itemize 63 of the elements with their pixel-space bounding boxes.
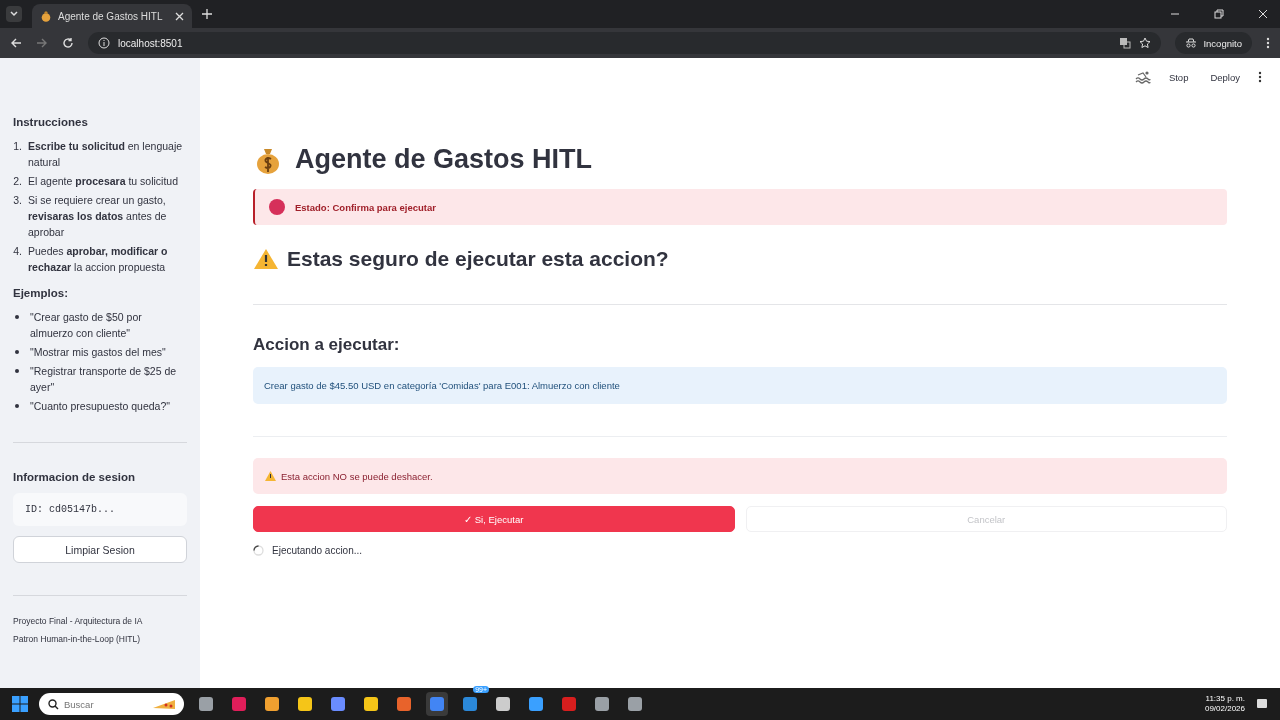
tab-list-button[interactable]	[6, 6, 22, 22]
session-id-code: ID: cd05147b...	[13, 493, 187, 526]
example-text: "Cuanto presupuesto queda?"	[30, 399, 170, 414]
sidebar-heading: Ejemplos:	[13, 287, 69, 299]
search-icon	[48, 698, 59, 710]
instruction-text: Puedes aprobar, modificar o rechazar la accion propuesta	[28, 244, 169, 275]
warning-icon	[265, 471, 276, 481]
list-number: 4.	[13, 244, 22, 259]
incognito-icon	[1185, 38, 1198, 48]
footer-text: Proyecto Final - Arquitectura de IA	[13, 616, 144, 626]
list-number: 1.	[13, 139, 22, 154]
menu-icon[interactable]	[1266, 37, 1270, 49]
status-dot-icon	[269, 199, 285, 215]
restore-icon[interactable]	[1214, 9, 1224, 19]
reload-icon[interactable]	[62, 37, 74, 49]
taskbar-app-icon[interactable]	[426, 692, 448, 716]
close-icon[interactable]	[175, 11, 184, 21]
sidebar-heading: Instrucciones	[13, 116, 89, 128]
info-icon	[98, 37, 110, 49]
back-icon[interactable]	[10, 37, 22, 49]
status-alert: Estado: Confirma para ejecutar	[253, 189, 1227, 225]
menu-icon[interactable]	[1258, 71, 1262, 83]
browser-tab[interactable]: Agente de Gastos HITL	[32, 4, 192, 28]
close-icon[interactable]	[1258, 9, 1268, 19]
spinner-icon	[253, 545, 264, 556]
star-icon[interactable]	[1139, 37, 1152, 49]
instruction-text: El agente procesara tu solicitud	[28, 174, 179, 189]
forward-icon[interactable]	[36, 37, 48, 49]
clock-date: 09/02/2026	[1204, 704, 1245, 714]
address-field[interactable]: localhost:8501	[88, 32, 1162, 54]
clear-session-button[interactable]: Limpiar Sesion	[13, 536, 187, 563]
list-number: 3.	[13, 193, 22, 208]
chevron-down-icon	[9, 9, 19, 19]
footer-text: Patron Human-in-the-Loop (HITL)	[13, 634, 142, 644]
bullet-icon	[15, 315, 19, 319]
example-text: "Mostrar mis gastos del mes"	[30, 345, 166, 360]
warning-alert: Esta accion NO se puede deshacer.	[253, 458, 1227, 494]
example-text: "Registrar transporte de $25 de ayer"	[30, 364, 178, 395]
header-button[interactable]: Stop	[1164, 71, 1193, 83]
warning-icon	[253, 248, 279, 270]
new-tab-icon[interactable]	[202, 9, 212, 19]
bullet-icon	[15, 369, 19, 373]
example-text: "Crear gasto de $50 por almuerzo con cliente"	[30, 310, 143, 341]
pizza-icon	[152, 698, 176, 710]
swimmer-icon	[1134, 70, 1151, 84]
spinner-text: Ejecutando accion...	[272, 545, 363, 556]
execute-button[interactable]: ✓ Si, Ejecutar	[253, 506, 735, 532]
clock-time: 11:35 p. m.	[1205, 694, 1245, 704]
incognito-button[interactable]: Incognito	[1175, 32, 1252, 54]
search-field[interactable]: Buscar	[39, 693, 184, 715]
page-title: Agente de Gastos HITL	[295, 144, 593, 175]
translate-icon[interactable]	[1119, 37, 1132, 49]
windows-start-icon[interactable]	[12, 696, 28, 712]
action-info-alert: Crear gasto de $45.50 USD en categoría 'Comidas' para E001: Almuerzo con cliente	[253, 367, 1227, 404]
notification-icon[interactable]	[1256, 698, 1268, 710]
confirm-question: Estas seguro de ejecutar esta accion?	[287, 247, 669, 271]
money-bag-icon	[40, 10, 52, 22]
list-number: 2.	[13, 174, 22, 189]
header-button[interactable]: Deploy	[1206, 71, 1244, 83]
section-heading: Accion a ejecutar:	[253, 335, 401, 355]
bullet-icon	[15, 350, 19, 354]
bullet-icon	[15, 404, 19, 408]
sidebar-heading: Informacion de sesion	[13, 471, 137, 483]
